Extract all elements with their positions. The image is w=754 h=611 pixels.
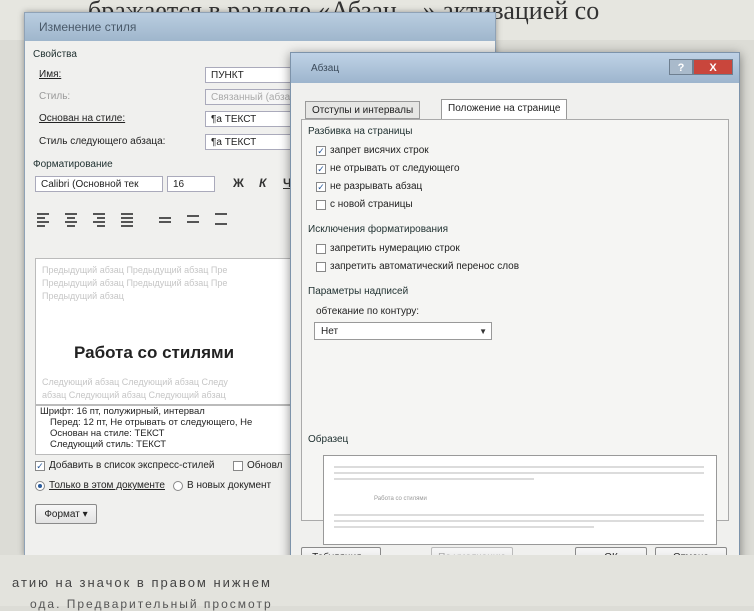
style-description: Шрифт: 16 пт, полужирный, интервал Перед… (35, 405, 309, 455)
based-on-label: Основан на стиле: (39, 113, 126, 124)
keep-with-next-label: не отрывать от следующего (330, 163, 460, 174)
suppress-line-numbers-label: запретить нумерацию строк (330, 243, 460, 254)
align-justify-icon[interactable] (121, 213, 133, 227)
page-break-before-label: с новой страницы (330, 199, 413, 210)
align-left-icon[interactable] (37, 213, 49, 227)
page-footer-text: атию на значок в правом нижнем ода. Пред… (0, 555, 754, 611)
keep-with-next-checkbox[interactable]: ✓ (316, 164, 326, 174)
preview-next-line: Следующий абзац Следующий абзац Следу (42, 377, 228, 387)
name-label: Имя: (39, 69, 62, 80)
alignment-toolbar (37, 213, 227, 227)
close-button[interactable]: X (693, 59, 733, 75)
line-spacing-15-icon[interactable] (187, 215, 199, 223)
sample-line (334, 472, 704, 474)
preview-prev-line: Предыдущий абзац Предыдущий абзац Пре (42, 265, 228, 275)
help-button[interactable]: ? (669, 59, 693, 75)
paragraph-dialog-title: Абзац (311, 63, 340, 74)
auto-update-label: Обновл (247, 460, 283, 471)
widow-control-label: запрет висячих строк (330, 145, 429, 156)
description-line: Основан на стиле: ТЕКСТ (50, 428, 165, 439)
page-footer-line: атию на значок в правом нижнем (12, 575, 272, 590)
new-docs-label: В новых документ (187, 480, 272, 491)
no-hyphenate-checkbox[interactable] (316, 262, 326, 272)
sample-preview: Работа со стилями (323, 455, 717, 545)
page-break-before-checkbox[interactable] (316, 200, 326, 210)
font-size-select[interactable]: 16 (167, 176, 215, 192)
format-button[interactable]: Формат ▾ (35, 504, 97, 524)
description-line: Следующий стиль: ТЕКСТ (50, 439, 167, 450)
exceptions-section-title: Исключения форматирования (308, 224, 449, 235)
sample-section-title: Образец (308, 434, 349, 445)
sample-line (334, 466, 704, 468)
tight-wrap-label: обтекание по контуру: (316, 306, 420, 317)
new-docs-radio[interactable] (173, 481, 183, 491)
tight-wrap-select[interactable]: Нет ▼ (314, 322, 492, 340)
widow-control-checkbox[interactable]: ✓ (316, 146, 326, 156)
style-type-label: Стиль: (39, 91, 71, 102)
preview-prev-line: Предыдущий абзац (42, 291, 124, 301)
line-spacing-1-icon[interactable] (159, 217, 171, 223)
line-spacing-2-icon[interactable] (215, 213, 227, 225)
auto-update-checkbox[interactable] (233, 461, 243, 471)
formatting-section-title: Форматирование (33, 159, 113, 170)
sample-heading: Работа со стилями (374, 496, 427, 502)
sample-line (334, 478, 534, 480)
chevron-down-icon: ▼ (479, 327, 487, 336)
tab-line-page-breaks[interactable]: Положение на странице (441, 99, 568, 120)
bold-button[interactable]: Ж (233, 176, 244, 190)
add-to-gallery-checkbox[interactable]: ✓ (35, 461, 45, 471)
preview-prev-line: Предыдущий абзац Предыдущий абзац Пре (42, 278, 228, 288)
tab-indents-spacing[interactable]: Отступы и интервалы (305, 101, 421, 119)
textbox-section-title: Параметры надписей (308, 286, 409, 297)
keep-lines-together-label: не разрывать абзац (330, 181, 423, 192)
preview-heading: Работа со стилями (74, 343, 235, 362)
paragraph-dialog: Абзац ? X Отступы и интервалы Положение … (290, 52, 740, 574)
pagination-section-title: Разбивка на страницы (308, 126, 413, 137)
no-hyphenate-label: запретить автоматический перенос слов (330, 261, 520, 272)
italic-button[interactable]: К (259, 176, 266, 190)
align-right-icon[interactable] (93, 213, 105, 227)
only-this-doc-label: Только в этом документе (49, 480, 165, 491)
next-style-label: Стиль следующего абзаца: (39, 136, 166, 147)
style-preview: Предыдущий абзац Предыдущий абзац Пре Пр… (35, 258, 309, 405)
preview-next-line: абзац Следующий абзац Следующий абзац (42, 390, 226, 400)
tight-wrap-value: Нет (321, 326, 339, 337)
description-line: Шрифт: 16 пт, полужирный, интервал (40, 406, 205, 417)
sample-line (334, 514, 704, 516)
add-to-gallery-label: Добавить в список экспресс-стилей (49, 460, 215, 471)
sample-line (334, 526, 594, 528)
page-footer-line: ода. Предварительный просмотр (30, 597, 273, 611)
suppress-line-numbers-checkbox[interactable] (316, 244, 326, 254)
description-line: Перед: 12 пт, Не отрывать от следующего,… (50, 417, 253, 428)
paragraph-titlebar: Абзац ? X (291, 53, 739, 83)
modify-style-title: Изменение стиля (39, 20, 137, 34)
font-select[interactable]: Calibri (Основной тек (35, 176, 163, 192)
keep-lines-together-checkbox[interactable]: ✓ (316, 182, 326, 192)
modify-style-titlebar: Изменение стиля (25, 13, 495, 41)
align-center-icon[interactable] (65, 213, 77, 227)
sample-line (334, 520, 704, 522)
only-this-doc-radio[interactable] (35, 481, 45, 491)
properties-section-title: Свойства (33, 49, 77, 60)
